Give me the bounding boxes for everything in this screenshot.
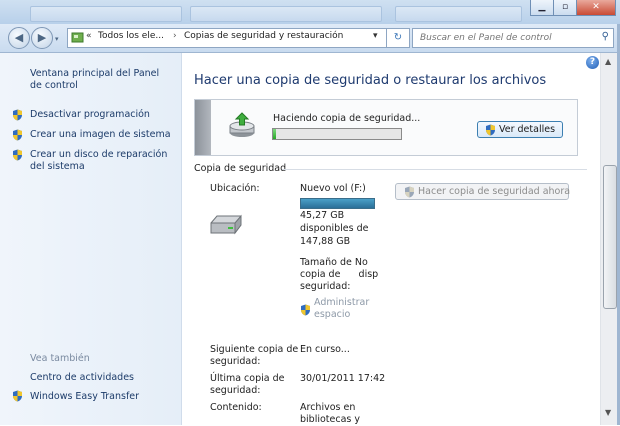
progress-panel-stripe [195, 100, 211, 155]
backup-size-label-cont: copia de disp [300, 269, 379, 280]
search-icon[interactable]: ⚲ [602, 31, 609, 42]
breadcrumb-backup-restore[interactable]: Copias de seguridad y restauración [184, 31, 343, 41]
manage-space-link[interactable]: Administrar espacio [302, 297, 369, 321]
next-backup-value: En curso... [300, 344, 350, 355]
backup-now-label: Hacer copia de seguridad ahora [418, 186, 571, 197]
refresh-button[interactable]: ↻ [386, 28, 410, 48]
free-space-of: disponibles de [300, 223, 369, 234]
drive-usage-fill [301, 199, 374, 208]
uac-shield-icon [13, 149, 22, 161]
maximize-button[interactable]: ▫ [553, 0, 577, 16]
view-details-label: Ver detalles [499, 124, 556, 135]
free-space-value: 45,27 GB [300, 210, 345, 221]
address-dropdown-icon[interactable]: ▾ [373, 31, 378, 41]
breadcrumb-separator[interactable]: › [173, 31, 177, 41]
recent-pages-dropdown[interactable]: ▾ [55, 35, 59, 43]
uac-shield-icon [486, 124, 495, 136]
backup-progress-fill [273, 129, 276, 139]
help-icon[interactable]: ? [586, 56, 599, 69]
backup-status-text: Haciendo copia de seguridad... [273, 113, 421, 124]
action-center-link[interactable]: Centro de actividades [30, 372, 134, 384]
hard-drive-icon [210, 214, 242, 235]
search-input[interactable] [418, 29, 598, 47]
uac-shield-icon [13, 129, 22, 141]
task-pane: Ventana principal del Panel de control D… [0, 53, 182, 425]
section-divider [282, 169, 587, 170]
main-content: Hacer una copia de seguridad o restaurar… [182, 53, 600, 425]
control-panel-icon [71, 32, 84, 43]
breadcrumb-all-items[interactable]: Todos los ele... [98, 31, 164, 41]
window-title-bar: ▁ ▫ ✕ [0, 0, 620, 24]
uac-shield-icon [13, 109, 22, 121]
refresh-icon: ↻ [393, 32, 403, 43]
backup-drive-icon [229, 112, 255, 137]
disable-schedule-link[interactable]: Desactivar programación [30, 109, 150, 121]
see-also-heading: Vea también [30, 353, 90, 364]
backup-size-label: Tamaño de No [300, 257, 368, 268]
uac-shield-icon [405, 186, 414, 198]
backup-size-label-end: seguridad: [300, 281, 351, 292]
last-backup-value: 30/01/2011 17:42 [300, 373, 386, 384]
page-title: Hacer una copia de seguridad o restaurar… [194, 73, 547, 88]
close-button[interactable]: ✕ [576, 0, 616, 16]
backup-drive-name: Nuevo vol (F:) [300, 183, 366, 194]
backup-now-button[interactable]: Hacer copia de seguridad ahora [395, 183, 571, 200]
create-system-image-link[interactable]: Crear una imagen de sistema [30, 129, 171, 141]
backup-progress-bar [272, 128, 402, 140]
uac-shield-icon [13, 390, 22, 402]
vertical-scrollbar[interactable]: ▲ ▼ [600, 53, 618, 425]
create-repair-disc-link[interactable]: Crear un disco de reparación del sistema [30, 149, 175, 173]
control-panel-home-link[interactable]: Ventana principal del Panel de control [30, 68, 170, 92]
back-arrow-icon: ◀ [14, 31, 24, 44]
minimize-button[interactable]: ▁ [530, 0, 554, 16]
backup-progress-panel: Haciendo copia de seguridad... Ver detal… [194, 99, 578, 156]
last-backup-label-cont: seguridad: [210, 385, 261, 396]
contents-value: Archivos en [300, 402, 356, 413]
contents-label: Contenido: [210, 402, 262, 413]
background-window-tab [30, 6, 182, 22]
forward-arrow-icon: ▶ [37, 31, 47, 44]
next-backup-label: Siguiente copia de [210, 344, 299, 355]
contents-value-cont: bibliotecas y [300, 414, 360, 425]
background-window-tab [190, 6, 382, 22]
view-details-button[interactable]: Ver detalles [477, 121, 563, 138]
background-window-tab [395, 6, 522, 22]
backup-section-heading: Copia de seguridad [194, 163, 287, 174]
scroll-down-arrow-icon[interactable]: ▼ [605, 408, 611, 417]
manage-space-label: Administrar [314, 297, 370, 308]
scrollbar-thumb[interactable] [603, 165, 617, 309]
search-box[interactable]: ⚲ [412, 28, 614, 48]
address-bar[interactable]: « Todos los ele... › Copias de seguridad… [67, 28, 387, 48]
next-backup-label-cont: seguridad: [210, 356, 261, 367]
navigation-bar: ◀ ▶ ▾ « Todos los ele... › Copias de seg… [0, 24, 620, 53]
last-backup-label: Última copia de [210, 373, 285, 384]
forward-button[interactable]: ▶ [31, 27, 53, 49]
breadcrumb-overflow[interactable]: « [86, 31, 92, 41]
location-label: Ubicación: [210, 183, 260, 194]
back-button[interactable]: ◀ [8, 27, 30, 49]
total-space-value: 147,88 GB [300, 236, 351, 247]
scroll-up-arrow-icon[interactable]: ▲ [605, 57, 611, 66]
drive-usage-bar [300, 198, 375, 209]
windows-easy-transfer-link[interactable]: Windows Easy Transfer [30, 391, 139, 403]
manage-space-label-cont: espacio [314, 309, 351, 320]
